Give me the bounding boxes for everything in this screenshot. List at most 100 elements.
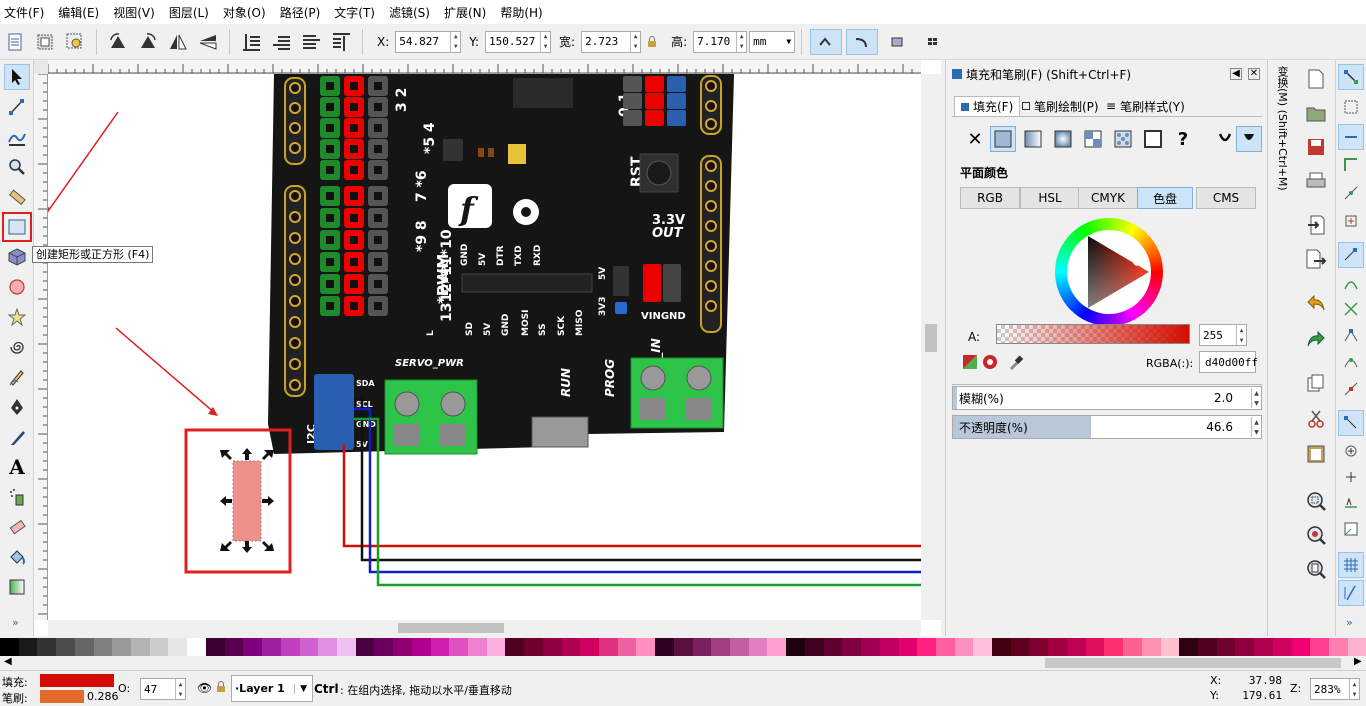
copy-icon[interactable]: [1303, 370, 1329, 396]
mode-cms[interactable]: CMS: [1196, 187, 1256, 209]
palette-swatch[interactable]: [655, 638, 674, 656]
tab-stroke-paint[interactable]: 笔刷绘制(P): [1018, 96, 1103, 116]
3d-box-tool-icon[interactable]: [4, 244, 30, 270]
palette-swatch[interactable]: [636, 638, 656, 656]
palette-swatch[interactable]: [187, 638, 206, 656]
move-gradients-icon[interactable]: [882, 29, 914, 55]
no-paint-icon[interactable]: ✕: [962, 126, 988, 152]
palette-swatch[interactable]: [580, 638, 599, 656]
palette-swatch[interactable]: [992, 638, 1011, 656]
stroke-width-value[interactable]: 0.286: [87, 690, 119, 703]
opacity-slider[interactable]: 不透明度(%) 46.6 ▲ ▼: [952, 415, 1262, 439]
lower-icon[interactable]: [268, 29, 294, 55]
palette-swatch[interactable]: [37, 638, 57, 656]
mesh-gradient-icon[interactable]: [1080, 126, 1106, 152]
palette-swatch[interactable]: [973, 638, 993, 656]
scale-stroke-icon[interactable]: [810, 28, 843, 55]
selector-tool-icon[interactable]: [4, 64, 30, 90]
snap-bbox-corners-icon[interactable]: [1338, 152, 1364, 178]
eraser-tool-icon[interactable]: [4, 514, 30, 540]
opacity-spinner-icon[interactable]: ▲ ▼: [1251, 417, 1261, 437]
height-field[interactable]: 7.170 ▲ ▼: [693, 30, 748, 53]
snap-midpoints-icon[interactable]: [1338, 376, 1364, 402]
y-spinner-icon[interactable]: ▲ ▼: [540, 31, 550, 52]
cut-icon[interactable]: [1303, 406, 1329, 432]
palette-swatch[interactable]: [1141, 638, 1161, 656]
menu-view[interactable]: 视图(V): [113, 4, 155, 21]
tweak-tool-icon[interactable]: [4, 124, 30, 150]
palette-swatch[interactable]: [224, 638, 244, 656]
radial-gradient-icon[interactable]: [1050, 126, 1076, 152]
horizontal-scrollbar[interactable]: [48, 620, 921, 636]
palette-swatch[interactable]: [1291, 638, 1311, 656]
palette-swatch[interactable]: [374, 638, 394, 656]
palette-swatch[interactable]: [1347, 638, 1366, 656]
menu-path[interactable]: 路径(P): [280, 4, 321, 21]
flip-vertical-icon[interactable]: [195, 29, 221, 55]
fill-rule-nonzero-icon[interactable]: [1236, 126, 1262, 152]
snap-grids-icon[interactable]: [1338, 552, 1364, 578]
zoom-field[interactable]: 283% ▲ ▼: [1310, 678, 1360, 700]
snap-others-icon[interactable]: [1338, 410, 1364, 436]
snap-cusp-nodes-icon[interactable]: [1338, 322, 1364, 348]
linear-gradient-icon[interactable]: [1020, 126, 1046, 152]
palette-swatch[interactable]: [1085, 638, 1105, 656]
alpha-slider[interactable]: [996, 324, 1190, 344]
calligraphy-tool-icon[interactable]: [4, 424, 30, 450]
palette-swatch[interactable]: [1198, 638, 1217, 656]
palette-swatch[interactable]: [561, 638, 581, 656]
palette-swatch[interactable]: [1254, 638, 1273, 656]
palette-swatch[interactable]: [786, 638, 805, 656]
mode-wheel[interactable]: 色盘: [1137, 187, 1193, 209]
snap-bbox-midpoints-icon[interactable]: [1338, 180, 1364, 206]
horizontal-scroll-thumb[interactable]: [398, 623, 504, 633]
horizontal-ruler[interactable]: [48, 60, 921, 74]
measure-tool-icon[interactable]: [4, 184, 30, 210]
x-spinner-icon[interactable]: ▲ ▼: [450, 31, 460, 52]
palette-swatch[interactable]: [411, 638, 431, 656]
status-opacity-spinner-icon[interactable]: ▲ ▼: [175, 679, 185, 699]
menu-object[interactable]: 对象(O): [223, 4, 266, 21]
width-field[interactable]: 2.723 ▲ ▼: [581, 30, 642, 53]
mode-rgb[interactable]: RGB: [960, 187, 1020, 209]
menu-help[interactable]: 帮助(H): [500, 4, 542, 21]
lower-to-bottom-icon[interactable]: [238, 29, 264, 55]
palette-swatch[interactable]: [430, 638, 450, 656]
palette-swatch[interactable]: [1179, 638, 1198, 656]
palette-swatch[interactable]: [524, 638, 543, 656]
pattern-icon[interactable]: [1110, 126, 1136, 152]
collapse-icon[interactable]: ◀: [1230, 68, 1242, 80]
palette-swatch[interactable]: [767, 638, 787, 656]
zoom-page-icon[interactable]: [1303, 556, 1329, 582]
spiral-tool-icon[interactable]: [4, 334, 30, 360]
text-tool-icon[interactable]: A: [4, 454, 30, 480]
palette-swatch[interactable]: [898, 638, 918, 656]
palette-swatch[interactable]: [318, 638, 337, 656]
tab-fill[interactable]: 填充(F): [954, 96, 1021, 116]
palette-swatch[interactable]: [56, 638, 75, 656]
palette-swatch[interactable]: [542, 638, 562, 656]
deselect-icon[interactable]: [62, 29, 88, 55]
palette-swatch[interactable]: [74, 638, 94, 656]
palette-scroll-right-icon[interactable]: ▶: [1354, 656, 1362, 667]
palette-swatch[interactable]: [599, 638, 618, 656]
palette-swatch[interactable]: [1066, 638, 1086, 656]
palette-swatch[interactable]: [711, 638, 731, 656]
snap-bbox-edges-icon[interactable]: [1338, 124, 1364, 150]
palette-swatch[interactable]: [1160, 638, 1180, 656]
palette-swatch[interactable]: [1104, 638, 1124, 656]
rotate-cw-icon[interactable]: [135, 29, 161, 55]
palette-swatch[interactable]: [299, 638, 319, 656]
open-folder-icon[interactable]: [1303, 100, 1329, 126]
palette-swatch[interactable]: [486, 638, 506, 656]
lock-icon[interactable]: [643, 29, 661, 55]
palette-swatch[interactable]: [168, 638, 188, 656]
palette-swatch[interactable]: [617, 638, 637, 656]
palette-swatch[interactable]: [1216, 638, 1236, 656]
snap-intersections-icon[interactable]: [1338, 296, 1364, 322]
save-icon[interactable]: [1303, 134, 1329, 160]
zoom-selection-icon[interactable]: [1303, 488, 1329, 514]
paste-icon[interactable]: [1303, 440, 1329, 466]
alpha-field[interactable]: 255 ▲ ▼: [1199, 324, 1247, 346]
toolbox-more-icon[interactable]: »: [12, 616, 19, 629]
